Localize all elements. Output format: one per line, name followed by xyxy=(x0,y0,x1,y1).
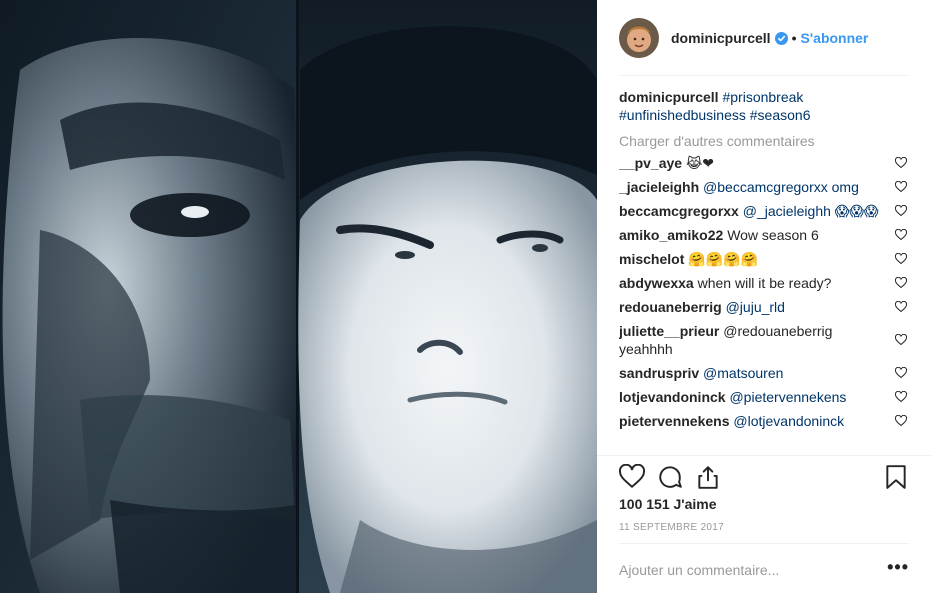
comment-like-icon[interactable] xyxy=(895,253,907,265)
comment-like-icon[interactable] xyxy=(895,391,907,403)
comment-username[interactable]: abdywexxa xyxy=(619,275,694,291)
comment-item: _jacieleighh @beccamcgregorxx omg xyxy=(619,178,909,196)
hashtag-link[interactable]: #prisonbreak xyxy=(722,89,803,105)
comment-username[interactable]: redouaneberrig xyxy=(619,299,722,315)
comment-like-icon[interactable] xyxy=(895,367,907,379)
comment-item: sandruspriv @matsouren xyxy=(619,364,909,382)
post-photo-art xyxy=(0,0,597,593)
comment-like-icon[interactable] xyxy=(895,277,907,289)
header-separator: • xyxy=(791,30,797,46)
more-options-button[interactable]: ••• xyxy=(887,558,909,576)
comment-like-icon[interactable] xyxy=(895,205,907,217)
caption-username[interactable]: dominicpurcell xyxy=(619,89,719,105)
comment-item: pietervennekens @lotjevandoninck xyxy=(619,412,909,430)
comment-item: __pv_aye 😹❤ xyxy=(619,154,909,172)
comment-text: @matsouren xyxy=(703,365,784,381)
add-comment-bar: ••• xyxy=(619,556,909,584)
comment-text: 🤗🤗🤗🤗 xyxy=(688,251,758,267)
post-details-panel: dominicpurcell • S'abonner dominicpurcel… xyxy=(597,0,931,593)
comment-icon[interactable] xyxy=(657,464,683,490)
comment-text: when will it be ready? xyxy=(697,275,832,291)
comment-item: lotjevandoninck @pietervennekens xyxy=(619,388,909,406)
post-date[interactable]: 11 SEPTEMBRE 2017 xyxy=(619,522,724,533)
load-more-comments-button[interactable]: Charger d'autres commentaires xyxy=(619,130,909,152)
heart-icon[interactable] xyxy=(619,464,645,490)
comment-username[interactable]: amiko_amiko22 xyxy=(619,227,723,243)
hashtag-link[interactable]: #unfinishedbusiness xyxy=(619,107,746,123)
comment-text: @beccamcgregorxx omg xyxy=(703,179,859,195)
post-actions-bar xyxy=(619,462,909,492)
post-header: dominicpurcell • S'abonner xyxy=(597,0,931,76)
likes-count[interactable]: 100 151 J'aime xyxy=(619,496,717,512)
comment-like-icon[interactable] xyxy=(895,415,907,427)
comment-like-icon[interactable] xyxy=(895,334,907,346)
divider xyxy=(619,543,909,544)
comment-like-icon[interactable] xyxy=(895,181,907,193)
comments-list[interactable]: dominicpurcell #prisonbreak #unfinishedb… xyxy=(619,88,909,454)
comment-text: Wow season 6 xyxy=(727,227,819,243)
comment-item: beccamcgregorxx @_jacieleighh 😱😱😱 xyxy=(619,202,909,220)
comment-username[interactable]: mischelot xyxy=(619,251,684,267)
comment-text: 😹❤ xyxy=(685,155,715,171)
comment-like-icon[interactable] xyxy=(895,229,907,241)
comment-text: @_jacieleighh 😱😱😱 xyxy=(742,203,879,219)
divider xyxy=(597,455,931,456)
header-username[interactable]: dominicpurcell xyxy=(671,30,771,46)
comment-text: @juju_rld xyxy=(725,299,785,315)
comment-item: redouaneberrig @juju_rld xyxy=(619,298,909,316)
comment-text: @lotjevandoninck xyxy=(733,413,845,429)
comment-username[interactable]: pietervennekens xyxy=(619,413,730,429)
comment-username[interactable]: lotjevandoninck xyxy=(619,389,726,405)
add-comment-input[interactable] xyxy=(619,562,888,578)
follow-button[interactable]: S'abonner xyxy=(800,30,868,46)
hashtag-link[interactable]: #season6 xyxy=(750,107,811,123)
comment-item: amiko_amiko22 Wow season 6 xyxy=(619,226,909,244)
comment-like-icon[interactable] xyxy=(895,157,907,169)
comment-item: abdywexxa when will it be ready? xyxy=(619,274,909,292)
comment-username[interactable]: beccamcgregorxx xyxy=(619,203,739,219)
comment-item: juliette__prieur @redouaneberrig yeahhhh xyxy=(619,322,909,358)
post-caption: dominicpurcell #prisonbreak #unfinishedb… xyxy=(619,88,909,124)
post-image[interactable] xyxy=(0,0,597,593)
verified-badge-icon xyxy=(774,31,788,45)
avatar-image xyxy=(619,18,659,58)
share-icon[interactable] xyxy=(695,464,721,490)
comment-username[interactable]: _jacieleighh xyxy=(619,179,699,195)
comment-username[interactable]: sandruspriv xyxy=(619,365,699,381)
comment-username[interactable]: juliette__prieur xyxy=(619,323,719,339)
comment-username[interactable]: __pv_aye xyxy=(619,155,682,171)
bookmark-icon[interactable] xyxy=(883,464,909,490)
avatar[interactable] xyxy=(619,18,659,58)
comment-like-icon[interactable] xyxy=(895,301,907,313)
comment-item: mischelot 🤗🤗🤗🤗 xyxy=(619,250,909,268)
comment-text: @pietervennekens xyxy=(729,389,847,405)
